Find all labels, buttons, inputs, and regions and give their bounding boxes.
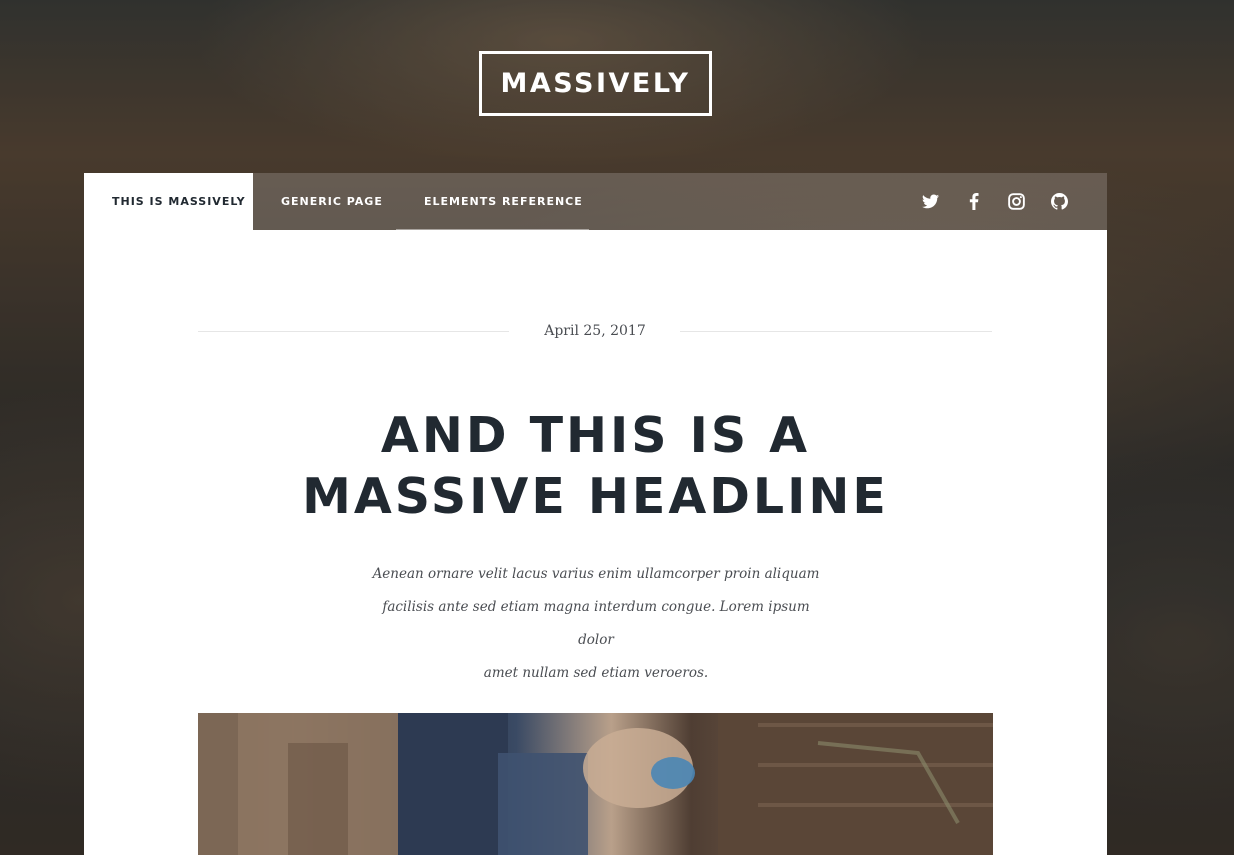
nav-item-this-is-massively[interactable]: This is Massively: [84, 173, 253, 230]
main-content: April 25, 2017 And this is a massive hea…: [84, 230, 1107, 855]
site-logo[interactable]: MASSIVELY: [479, 51, 712, 116]
intro-line-3: amet nullam sed etiam veroeros.: [483, 665, 709, 681]
post-date-row: April 25, 2017: [198, 320, 992, 342]
nav-item-generic-page[interactable]: Generic Page: [253, 173, 396, 230]
headline-line-1: And this is a: [380, 407, 811, 464]
headline-line-2: massive headline: [302, 468, 889, 525]
github-icon[interactable]: [1038, 173, 1081, 230]
post-headline[interactable]: And this is a massive headline: [84, 405, 1107, 527]
intro-line-1: Aenean ornare velit lacus varius enim ul…: [372, 566, 820, 582]
nav-links: This is Massively Generic Page Elements …: [84, 173, 589, 230]
intro-line-2: facilisis ante sed etiam magna interdum …: [382, 599, 810, 648]
main-nav: This is Massively Generic Page Elements …: [84, 173, 1107, 230]
nav-item-elements-reference[interactable]: Elements Reference: [396, 173, 589, 230]
post-featured-image[interactable]: [198, 713, 993, 855]
instagram-icon[interactable]: [995, 173, 1038, 230]
post-date: April 25, 2017: [544, 323, 646, 339]
social-icons: [909, 173, 1107, 230]
twitter-icon[interactable]: [909, 173, 952, 230]
facebook-icon[interactable]: [952, 173, 995, 230]
post-intro: Aenean ornare velit lacus varius enim ul…: [364, 558, 828, 690]
